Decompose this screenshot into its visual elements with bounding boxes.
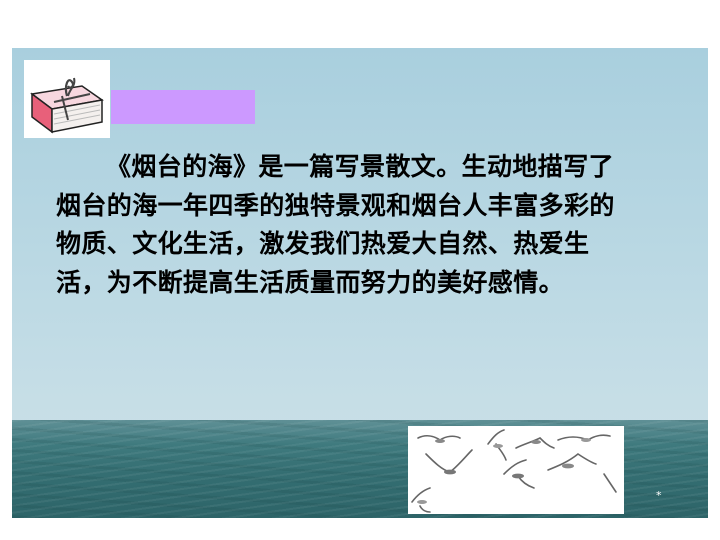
seagulls-illustration [411, 429, 617, 513]
book-picture [24, 60, 110, 138]
footer-mark: * [656, 489, 662, 502]
book-icon [30, 77, 104, 134]
body-paragraph: 《烟台的海》是一篇写景散文。生动地描写了烟台的海一年四季的独特景观和烟台人丰富多… [56, 152, 615, 297]
seagulls-picture [408, 426, 624, 514]
slide: 《烟台的海》是一篇写景散文。生动地描写了烟台的海一年四季的独特景观和烟台人丰富多… [12, 48, 708, 518]
title-accent-bar [111, 90, 255, 124]
